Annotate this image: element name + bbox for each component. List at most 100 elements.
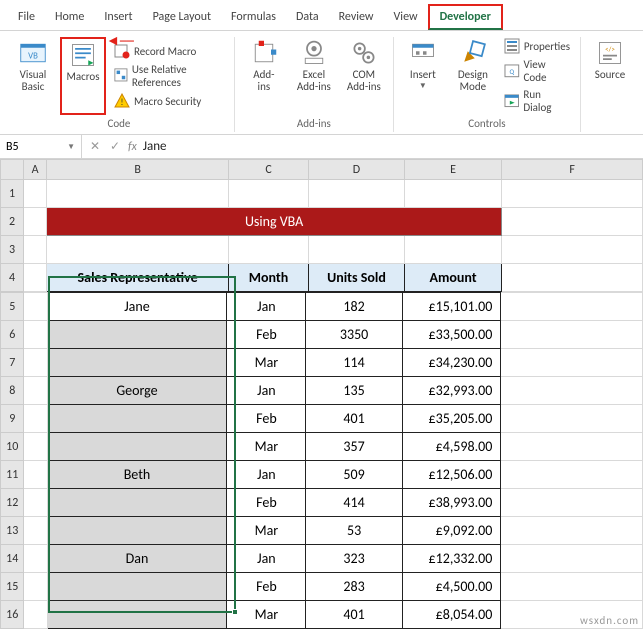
row-header[interactable]: 5 [1,293,24,321]
enter-formula-button[interactable]: ✓ [108,139,122,154]
tab-insert[interactable]: Insert [94,6,142,30]
row-header[interactable]: 15 [1,573,24,601]
cell-month[interactable]: Feb [227,489,306,517]
tab-pagelayout[interactable]: Page Layout [143,6,221,30]
visual-basic-button[interactable]: VB Visual Basic [10,37,56,115]
row-header[interactable]: 13 [1,517,24,545]
selection-handle[interactable] [232,609,238,615]
row-header[interactable]: 9 [1,405,24,433]
cell-amount[interactable]: £15,101.00 [402,293,501,321]
chevron-down-icon[interactable]: ▼ [67,142,75,152]
col-header-F[interactable]: F [502,160,643,180]
cell-units[interactable]: 509 [306,461,402,489]
row-header[interactable]: 8 [1,377,24,405]
cell-amount[interactable]: £12,506.00 [402,461,501,489]
tab-formulas[interactable]: Formulas [221,6,286,30]
col-header-D[interactable]: D [308,160,404,180]
cell-units[interactable]: 53 [306,517,402,545]
cell-month[interactable]: Jan [227,545,306,573]
tab-developer[interactable]: Developer [428,4,503,30]
name-box[interactable]: B5 ▼ [0,135,82,158]
col-header-B[interactable]: B [47,160,229,180]
cell-month[interactable]: Mar [227,517,306,545]
col-header-A[interactable]: A [24,160,47,180]
cell-units[interactable]: 114 [306,349,402,377]
cell-amount[interactable]: £33,500.00 [402,321,501,349]
com-addins-button[interactable]: COM Add-ins [341,37,387,115]
cell-units[interactable]: 401 [306,601,402,629]
formula-bar-input[interactable]: Jane [143,139,167,154]
tab-view[interactable]: View [384,6,428,30]
addins-button[interactable]: Add- ins [241,37,287,115]
cell-units[interactable]: 283 [306,573,402,601]
cell-rep[interactable] [47,489,227,517]
cell-rep[interactable] [47,321,227,349]
row-header[interactable]: 3 [1,236,24,264]
cell-amount[interactable]: £4,598.00 [402,433,501,461]
cell-rep[interactable]: Beth [47,461,227,489]
cell-amount[interactable]: £8,054.00 [402,601,501,629]
row-header[interactable]: 6 [1,321,24,349]
view-code-button[interactable]: Q View Code [500,57,574,85]
header-units[interactable]: Units Sold [308,264,404,292]
use-relative-button[interactable]: Use Relative References [110,62,228,90]
header-amount[interactable]: Amount [405,264,502,292]
header-month[interactable]: Month [229,264,309,292]
tab-data[interactable]: Data [286,6,329,30]
row-header[interactable]: 7 [1,349,24,377]
xml-source-button[interactable]: </> Source [587,37,633,115]
title-cell[interactable]: Using VBA [47,208,502,236]
cell-rep[interactable] [47,601,227,629]
worksheet[interactable]: A B C D E F 1 2 Using VBA 3 4 Sales Repr… [0,159,643,629]
row-header[interactable]: 12 [1,489,24,517]
cell-month[interactable]: Feb [227,405,306,433]
cell-rep[interactable]: George [47,377,227,405]
cell-rep[interactable] [47,517,227,545]
col-header-C[interactable]: C [229,160,309,180]
fx-icon[interactable]: fx [128,140,137,154]
excel-addins-button[interactable]: Excel Add-ins [291,37,337,115]
cell-month[interactable]: Mar [227,433,306,461]
cell-amount[interactable]: £12,332.00 [402,545,501,573]
cell-units[interactable]: 401 [306,405,402,433]
cell-amount[interactable]: £35,205.00 [402,405,501,433]
cell-units[interactable]: 414 [306,489,402,517]
cell-units[interactable]: 135 [306,377,402,405]
cell-month[interactable]: Jan [227,293,306,321]
cell-units[interactable]: 323 [306,545,402,573]
row-header[interactable]: 10 [1,433,24,461]
properties-button[interactable]: Properties [500,37,574,55]
cell-month[interactable]: Mar [227,349,306,377]
row-header[interactable]: 14 [1,545,24,573]
macro-security-button[interactable]: ! Macro Security [110,92,228,110]
cell-units[interactable]: 182 [306,293,402,321]
cell-month[interactable]: Mar [227,601,306,629]
tab-home[interactable]: Home [45,6,94,30]
insert-control-button[interactable]: Insert ▼ [400,37,446,115]
select-all-corner[interactable] [1,160,24,180]
cell-units[interactable]: 357 [306,433,402,461]
cell-rep[interactable] [47,349,227,377]
row-header[interactable]: 2 [1,208,24,236]
cell-month[interactable]: Feb [227,321,306,349]
cell-amount[interactable]: £34,230.00 [402,349,501,377]
row-header[interactable]: 11 [1,461,24,489]
cell-month[interactable]: Jan [227,377,306,405]
design-mode-button[interactable]: Design Mode [450,37,496,115]
cell-units[interactable]: 3350 [306,321,402,349]
cell-rep[interactable]: Jane [47,293,227,321]
cell-month[interactable]: Feb [227,573,306,601]
row-header[interactable]: 4 [1,264,24,292]
row-header[interactable]: 1 [1,180,24,208]
cell-rep[interactable] [47,405,227,433]
macros-button[interactable]: Macros [60,37,106,115]
cell-rep[interactable]: Dan [47,545,227,573]
header-rep[interactable]: Sales Representative [47,264,229,292]
tab-file[interactable]: File [8,6,45,30]
cancel-formula-button[interactable]: ✕ [88,139,102,154]
tab-review[interactable]: Review [329,6,384,30]
cell-amount[interactable]: £4,500.00 [402,573,501,601]
cell-rep[interactable] [47,573,227,601]
cell-month[interactable]: Jan [227,461,306,489]
cell-amount[interactable]: £9,092.00 [402,517,501,545]
